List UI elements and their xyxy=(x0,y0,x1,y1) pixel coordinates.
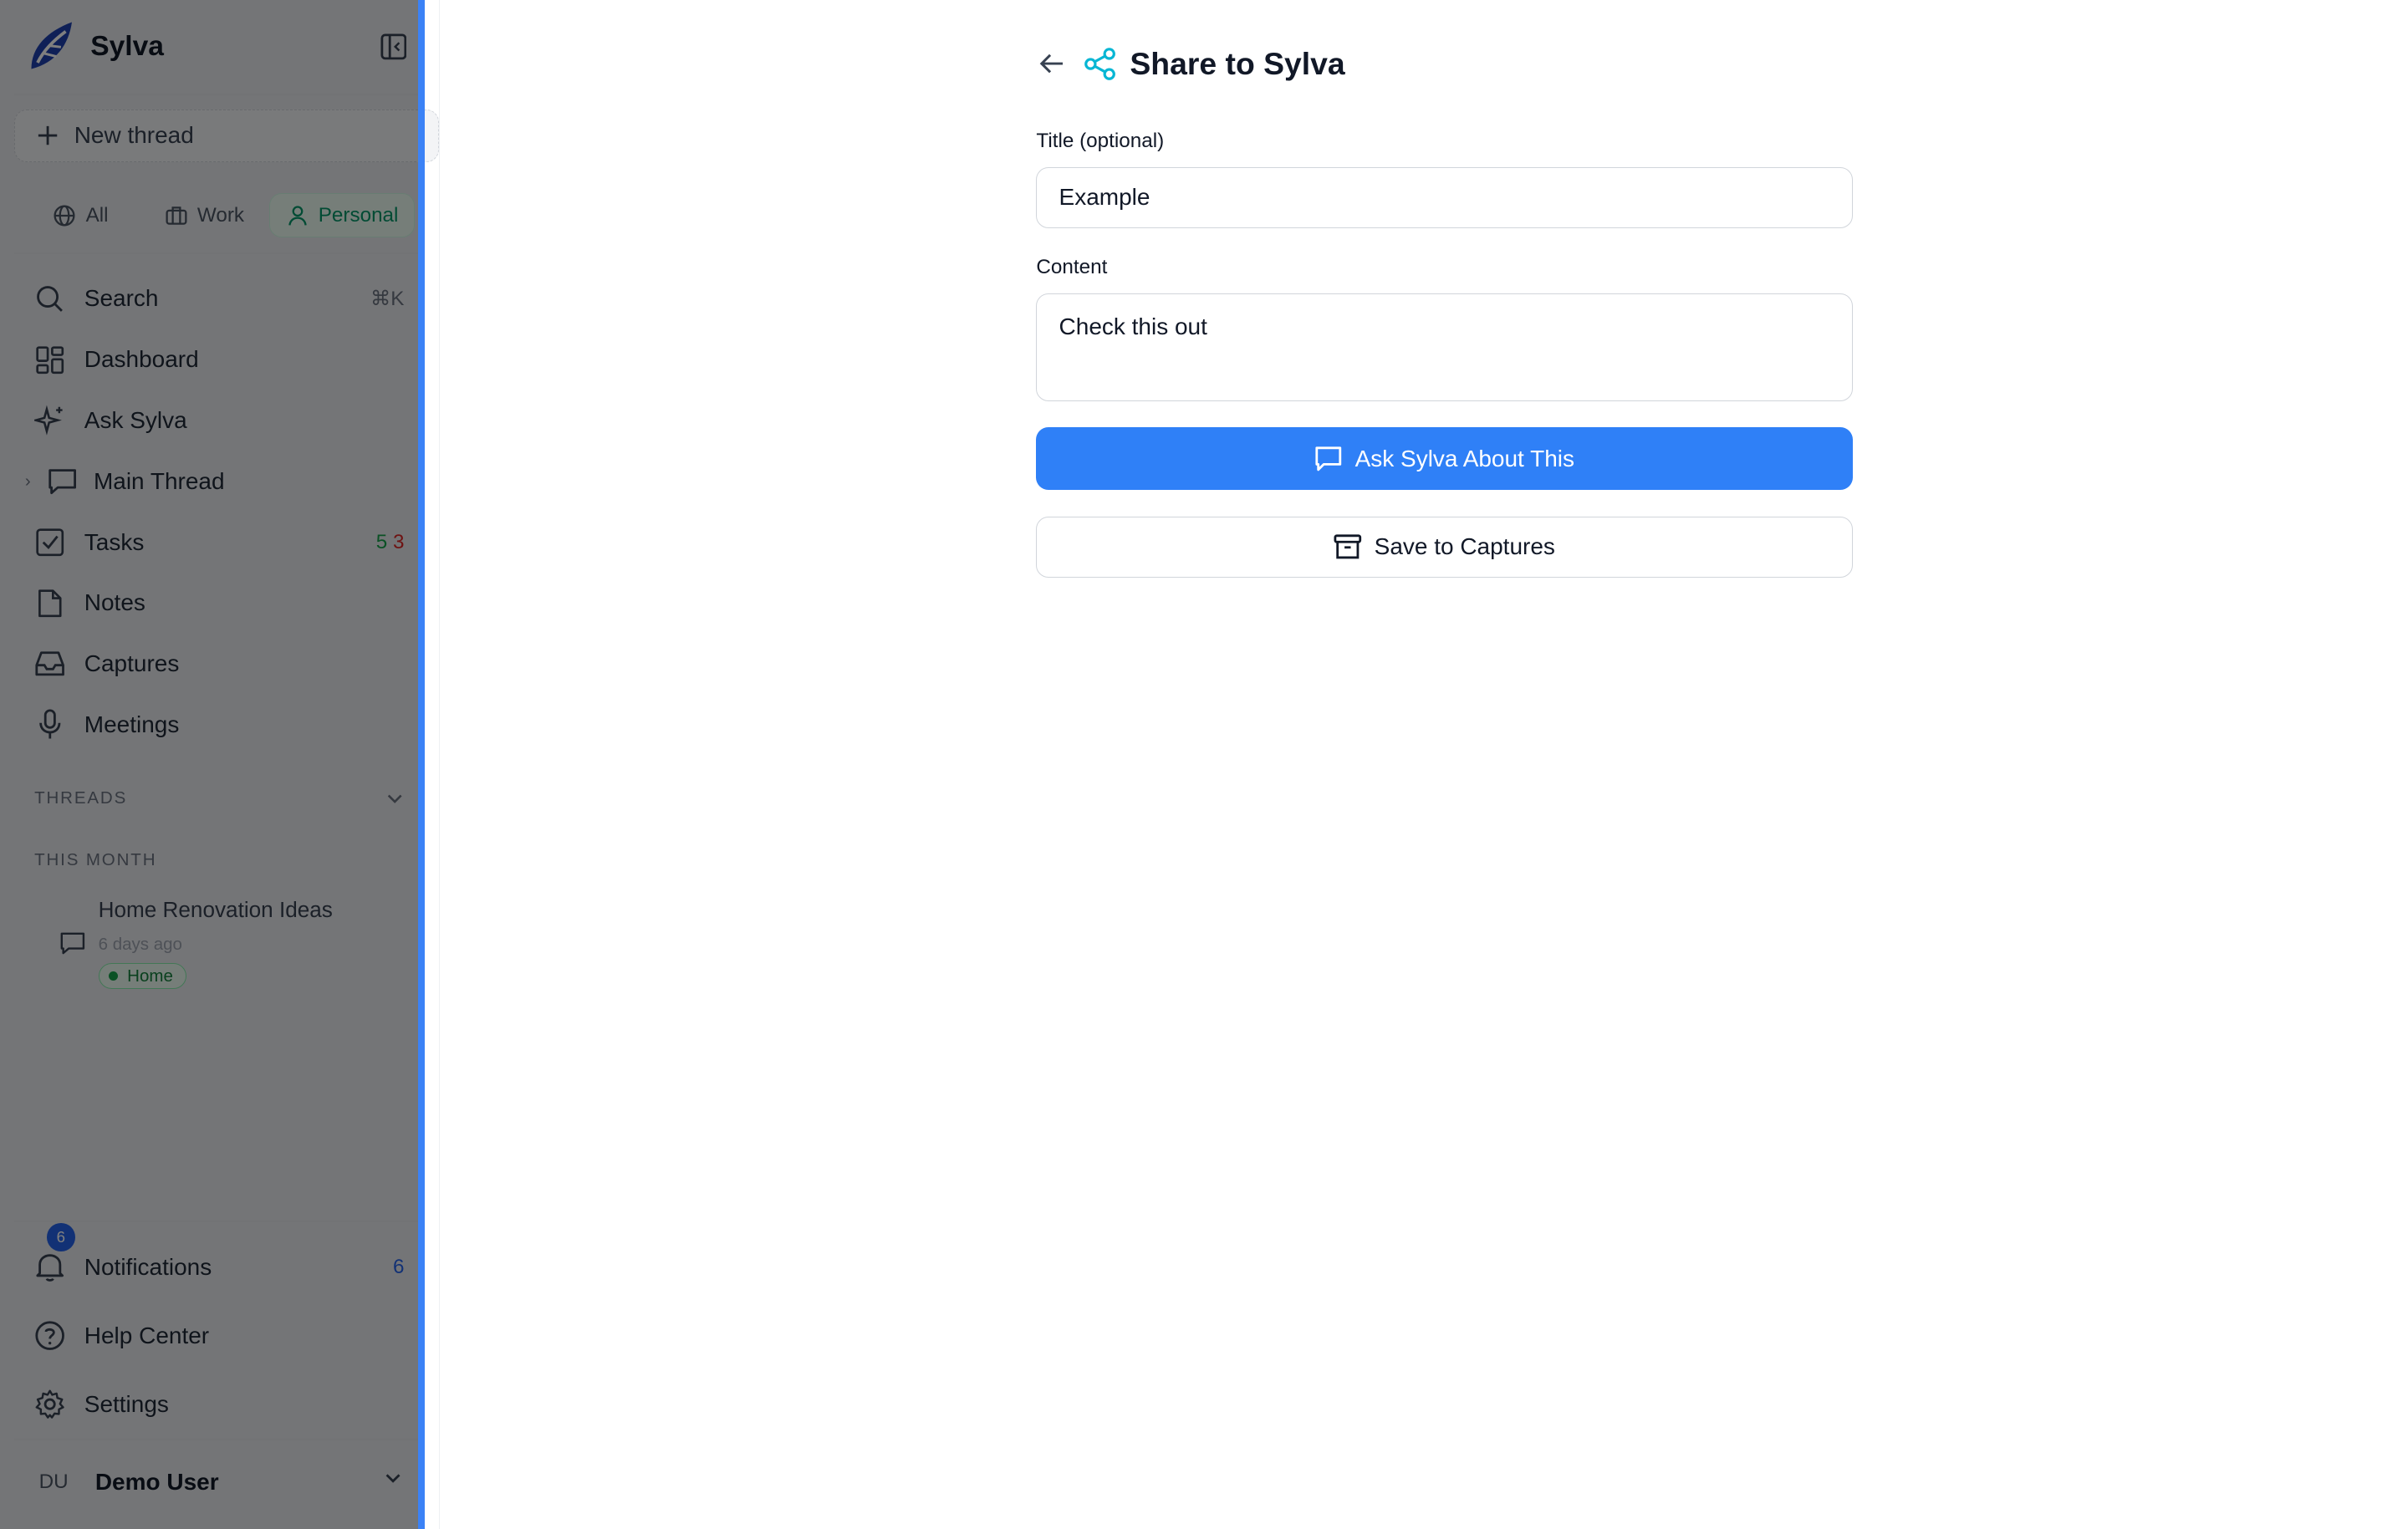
search-shortcut: ⌘K xyxy=(370,288,405,311)
scope-tab-personal[interactable]: Personal xyxy=(268,193,416,237)
main-nav: Search ⌘K Dashboard Ask Sylva › Main Thr… xyxy=(0,268,423,755)
nav-item-main-thread[interactable]: › Main Thread xyxy=(0,451,423,512)
user-icon xyxy=(288,205,307,226)
nav-item-notifications[interactable]: 6 Notifications 6 xyxy=(0,1223,423,1302)
tasks-open-count: 5 xyxy=(375,530,388,553)
app-name: Sylva xyxy=(90,30,164,62)
scope-tab-label: Personal xyxy=(318,203,399,227)
arrow-left-icon xyxy=(1039,54,1064,74)
nav-item-label: Search xyxy=(84,285,159,312)
chevron-down-icon xyxy=(385,1473,400,1483)
collapse-sidebar-button[interactable] xyxy=(378,31,409,62)
avatar: DU xyxy=(38,1470,69,1494)
ask-sylva-button-label: Ask Sylva About This xyxy=(1354,445,1574,471)
chat-bubble-icon xyxy=(47,466,78,497)
divider xyxy=(13,93,423,95)
sidebar-collapse-icon xyxy=(380,33,406,60)
nav-item-search[interactable]: Search ⌘K xyxy=(0,268,423,329)
tag-label: Home xyxy=(127,966,173,986)
notification-badge: 6 xyxy=(46,1223,75,1252)
plus-icon xyxy=(38,126,58,145)
thread-title: Home Renovation Ideas xyxy=(98,897,333,923)
ask-sylva-button[interactable]: Ask Sylva About This xyxy=(1036,427,1853,491)
divider xyxy=(13,1439,423,1440)
briefcase-icon xyxy=(166,206,187,225)
share-icon xyxy=(1084,48,1116,80)
divider xyxy=(438,0,441,1529)
note-icon xyxy=(34,588,65,619)
globe-icon xyxy=(54,205,75,227)
chevron-down-icon[interactable] xyxy=(385,791,404,807)
chevron-right-icon[interactable]: › xyxy=(25,471,31,492)
nav-item-label: Notes xyxy=(84,589,145,616)
gear-icon xyxy=(34,1389,65,1419)
tasks-overdue-count: 3 xyxy=(392,530,405,553)
nav-item-meetings[interactable]: Meetings xyxy=(0,695,423,756)
content-textarea[interactable]: Check this out xyxy=(1036,293,1853,401)
notification-count: 6 xyxy=(392,1255,405,1278)
save-to-captures-button-label: Save to Captures xyxy=(1374,533,1555,560)
help-circle-icon xyxy=(34,1320,65,1351)
nav-item-label: Dashboard xyxy=(84,346,199,373)
thread-time: 6 days ago xyxy=(98,935,182,955)
nav-item-label: Settings xyxy=(84,1390,169,1417)
period-label: THIS MONTH xyxy=(34,850,157,870)
divider xyxy=(13,252,423,255)
title-input[interactable] xyxy=(1036,166,1853,228)
task-counts: 5 3 xyxy=(376,531,405,554)
nav-item-settings[interactable]: Settings xyxy=(0,1370,423,1439)
sylva-logo-icon xyxy=(31,22,72,69)
search-icon xyxy=(34,283,65,314)
threads-section-label: THREADS xyxy=(34,787,128,808)
nav-item-captures[interactable]: Captures xyxy=(0,634,423,695)
sidebar-resize-handle[interactable] xyxy=(418,0,425,1529)
nav-item-label: Ask Sylva xyxy=(84,407,187,434)
nav-item-label: Main Thread xyxy=(93,467,225,494)
save-to-captures-button[interactable]: Save to Captures xyxy=(1036,516,1853,578)
back-button[interactable] xyxy=(1036,48,1067,79)
nav-item-label: Notifications xyxy=(84,1253,212,1280)
sparkles-icon xyxy=(34,405,65,436)
archive-icon xyxy=(1334,534,1362,559)
dashboard-icon xyxy=(34,344,65,375)
nav-item-label: Meetings xyxy=(84,711,180,738)
scope-tab-label: Work xyxy=(196,203,245,227)
nav-item-label: Help Center xyxy=(84,1322,210,1348)
user-menu[interactable]: DU Demo User xyxy=(0,1455,423,1511)
scope-tabs: All Work Personal xyxy=(38,193,416,237)
checkbox-icon xyxy=(34,527,65,558)
bottom-nav: 6 Notifications 6 Help Center Settings xyxy=(0,1223,423,1439)
page-title: Share to Sylva xyxy=(1130,46,1345,82)
brand[interactable]: Sylva xyxy=(25,16,164,79)
chat-bubble-icon xyxy=(1315,446,1342,471)
nav-item-dashboard[interactable]: Dashboard xyxy=(0,329,423,390)
inbox-icon xyxy=(34,649,65,680)
nav-item-help-center[interactable]: Help Center xyxy=(0,1302,423,1370)
nav-item-label: Captures xyxy=(84,650,180,677)
nav-item-label: Tasks xyxy=(84,528,145,555)
share-header: Share to Sylva xyxy=(1036,43,1345,84)
new-thread-label: New thread xyxy=(74,122,194,149)
tag-dot xyxy=(108,971,118,981)
scope-tab-all[interactable]: All xyxy=(38,193,124,237)
microphone-icon xyxy=(34,709,65,740)
bell-icon xyxy=(34,1251,65,1282)
content-field-label: Content xyxy=(1036,256,1108,279)
new-thread-button[interactable]: New thread xyxy=(13,109,439,163)
nav-item-ask-sylva[interactable]: Ask Sylva xyxy=(0,390,423,451)
scope-tab-label: All xyxy=(85,203,109,227)
thread-tag[interactable]: Home xyxy=(98,962,186,990)
sidebar: Sylva New thread All Work Personal Searc… xyxy=(0,0,439,1529)
nav-item-tasks[interactable]: Tasks 5 3 xyxy=(0,512,423,573)
scope-tab-work[interactable]: Work xyxy=(149,193,260,237)
nav-item-notes[interactable]: Notes xyxy=(0,573,423,634)
chat-bubble-icon xyxy=(60,932,85,955)
title-field-label: Title (optional) xyxy=(1036,129,1165,152)
user-name: Demo User xyxy=(94,1469,219,1496)
divider xyxy=(13,1220,423,1222)
